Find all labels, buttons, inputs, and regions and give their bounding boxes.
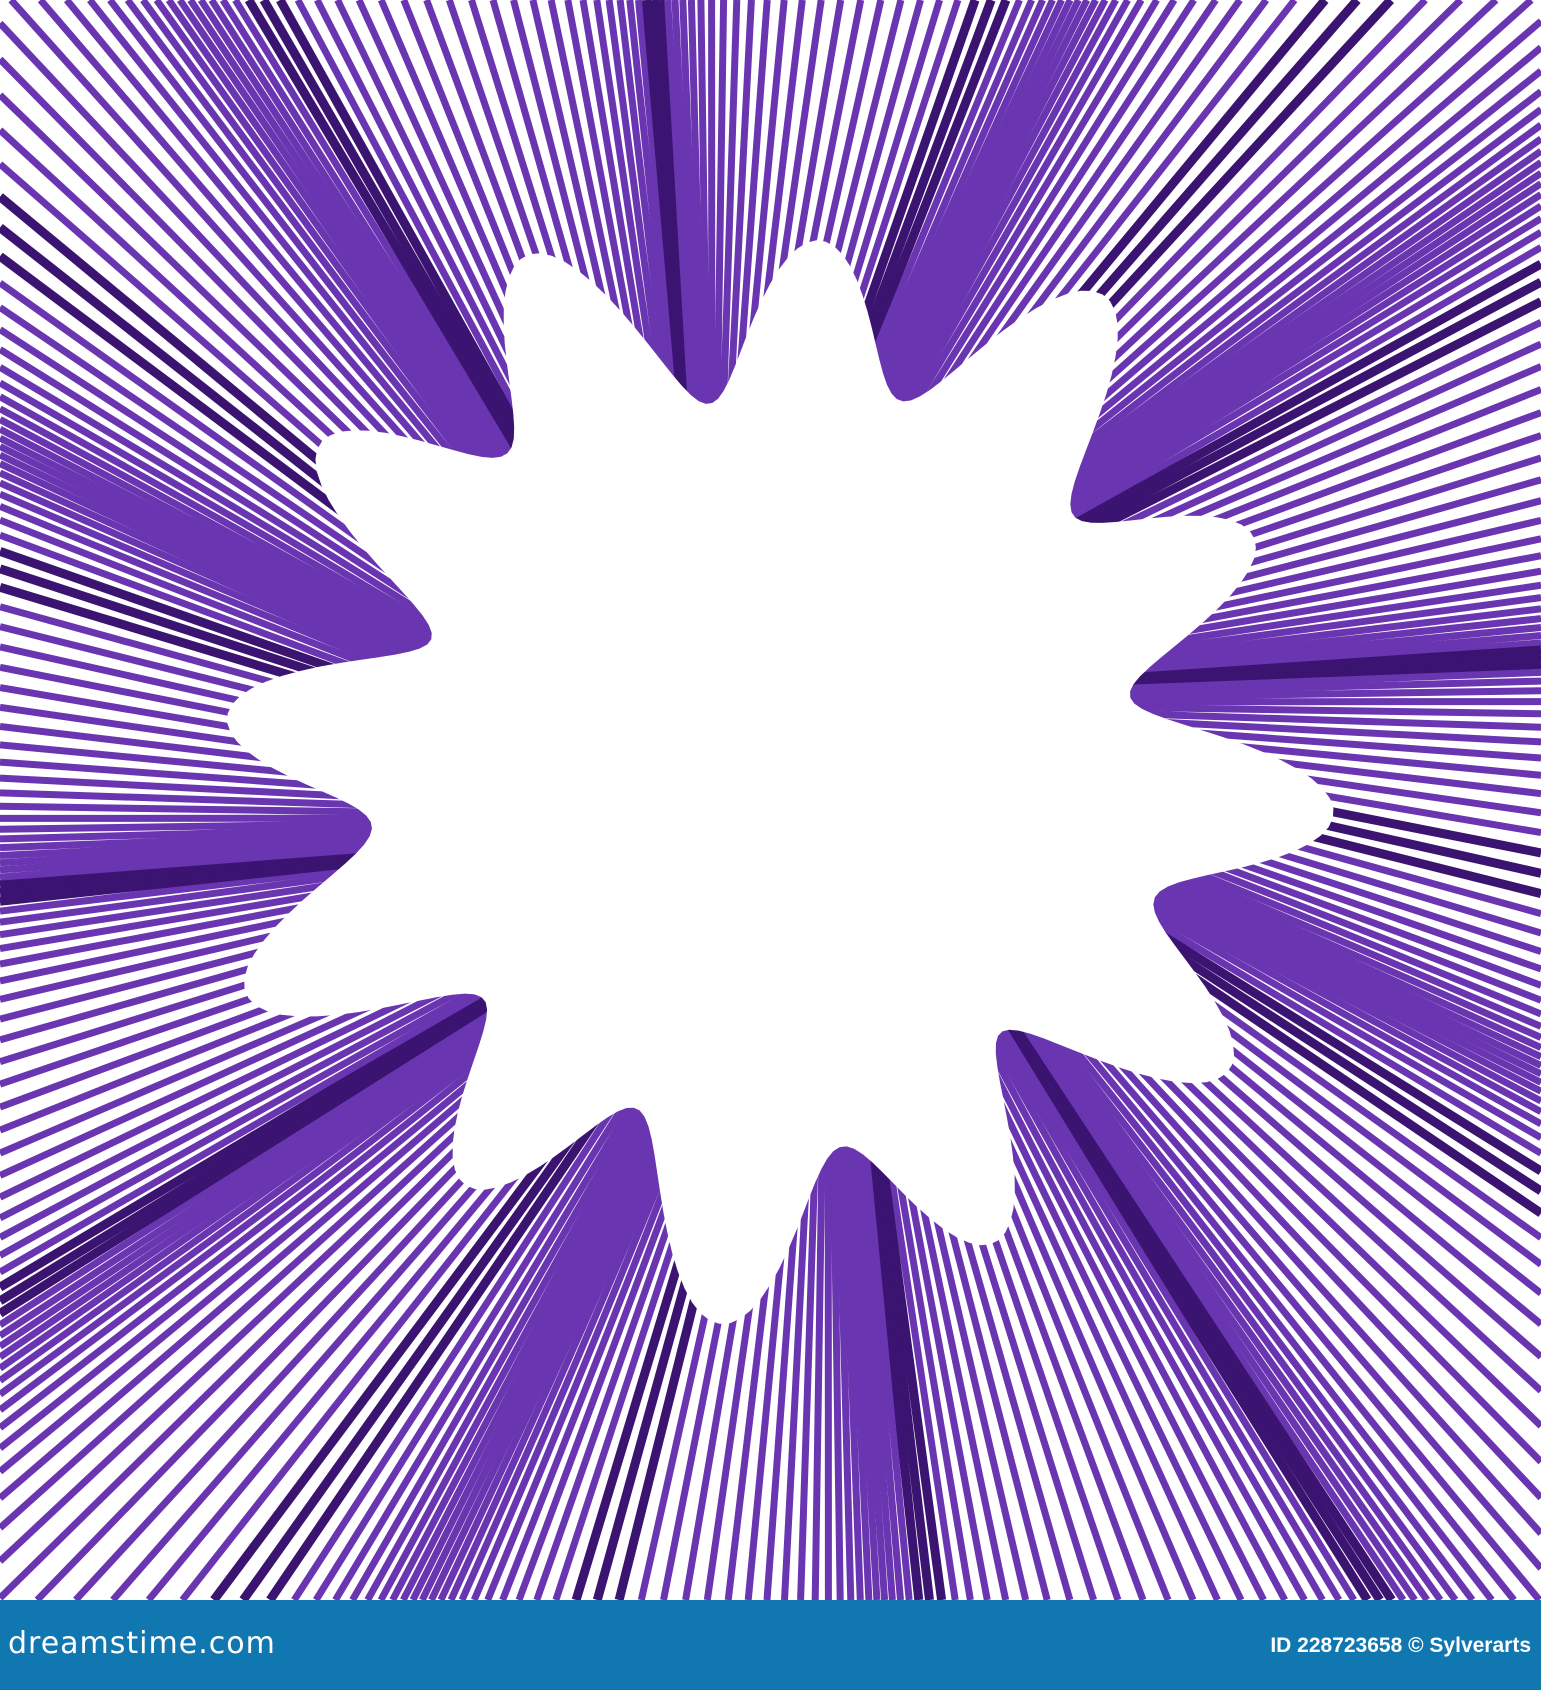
abstract-purple-striped-frame	[0, 0, 1541, 1600]
image-credit: ID 228723658 © Sylverarts	[1270, 1634, 1531, 1657]
watermark-footer: dreamstime.com ID 228723658 © Sylverarts	[0, 1600, 1541, 1690]
dreamstime-logo: dreamstime.com	[8, 1626, 276, 1661]
